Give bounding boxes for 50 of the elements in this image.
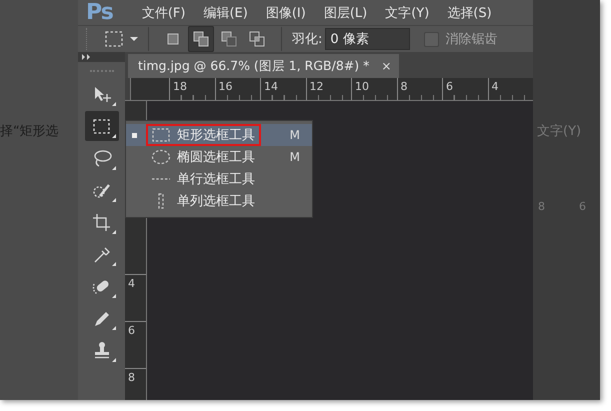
shortcut-label: M — [290, 150, 300, 164]
close-button[interactable]: × — [381, 59, 392, 73]
menu-item-label: 单行选框工具 — [177, 171, 255, 188]
selection-mode-button[interactable] — [188, 26, 214, 52]
menu-item[interactable]: 文字(Y) — [376, 4, 438, 22]
shortcut-label: M — [290, 128, 300, 142]
square-icon — [165, 31, 181, 47]
anti-alias-label: 消除锯齿 — [445, 31, 498, 48]
menu-item[interactable]: 图像(I) — [256, 4, 315, 22]
dashed-rectangle-icon — [151, 127, 171, 143]
tool-button[interactable] — [84, 111, 118, 141]
ruler-label: 8 — [400, 80, 408, 93]
flyout-menu-item[interactable]: 单列选框工具 — [126, 190, 312, 212]
faded-ruler-label: 8 — [538, 200, 545, 213]
intersecting-squares-icon — [248, 30, 266, 48]
menu-item[interactable]: 编辑(E) — [194, 4, 257, 22]
document-tab-title: timg.jpg @ 66.7% (图层 1, RGB/8#) * — [138, 58, 370, 74]
menu-item-label: 椭圆选框工具 — [177, 149, 255, 166]
feather-label: 羽化: — [292, 31, 322, 48]
flyout-menu-item[interactable]: 椭圆选框工具 M — [126, 146, 312, 168]
ruler-label: 8 — [128, 371, 135, 384]
document-tab[interactable]: timg.jpg @ 66.7% (图层 1, RGB/8#) * × — [128, 54, 400, 78]
menu-item-label: 矩形选框工具 — [177, 127, 255, 144]
ruler-label: 6 — [128, 324, 135, 337]
faded-menu-text: 文字(Y) — [537, 123, 582, 140]
ruler-label: 14 — [264, 80, 278, 93]
ruler-label: 10 — [355, 80, 369, 93]
menu-item[interactable]: 选择(S) — [438, 4, 501, 22]
collapse-arrows-icon[interactable] — [82, 54, 92, 60]
app-logo: Ps — [86, 0, 113, 25]
dashed-ellipse-icon — [151, 149, 171, 165]
menu-item[interactable]: 图层(L) — [314, 4, 376, 22]
marquee-tool-icon[interactable] — [104, 30, 124, 48]
ruler-label: 6 — [446, 80, 453, 93]
ruler-label: 18 — [173, 80, 187, 93]
flyout-menu-item[interactable]: 单行选框工具 — [126, 168, 312, 190]
crop-tool-icon — [90, 212, 112, 232]
faded-ruler-label: 6 — [579, 200, 586, 213]
feather-field[interactable]: 0 像素 — [325, 28, 410, 50]
ruler-label: 16 — [218, 80, 232, 93]
dashed-line-icon — [151, 178, 171, 180]
ruler-label: 4 — [492, 80, 498, 93]
ruler-label: 12 — [310, 80, 324, 93]
menu-item[interactable]: 文件(F) — [132, 4, 194, 22]
caret-icon[interactable] — [130, 36, 138, 42]
menu-item-label: 单列选框工具 — [177, 193, 255, 210]
overlapping-squares-icon — [192, 30, 210, 48]
overlapping-squares-icon — [220, 30, 238, 48]
ruler-label: 4 — [128, 277, 135, 290]
flyout-menu-item[interactable]: 矩形选框工具 M — [126, 124, 312, 146]
